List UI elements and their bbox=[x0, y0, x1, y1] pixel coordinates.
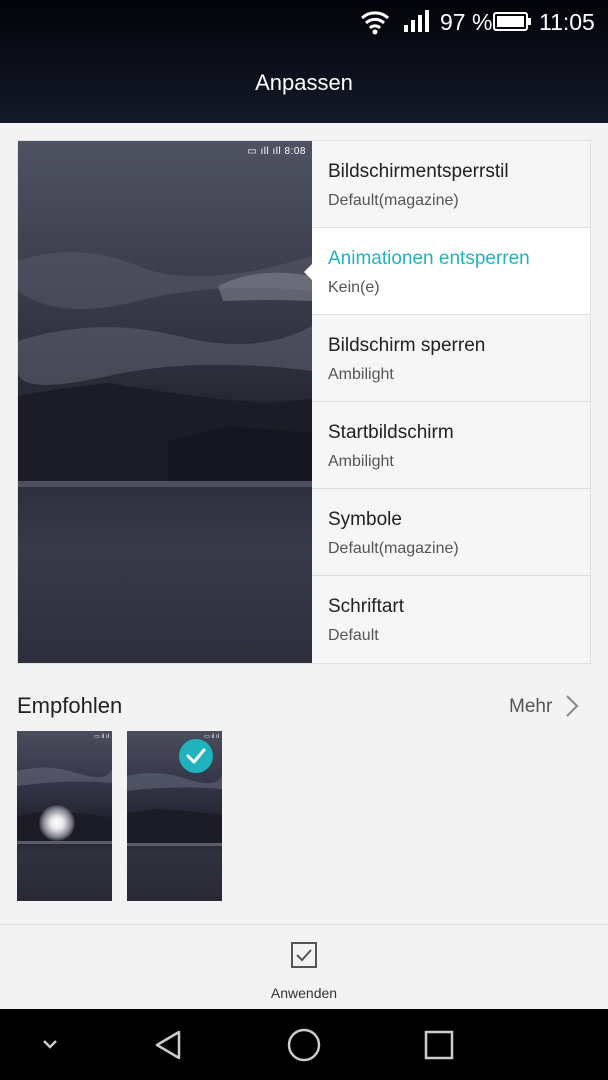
page-title: Anpassen bbox=[255, 70, 353, 95]
menu-item-icons[interactable]: Symbole Default(magazine) bbox=[312, 489, 590, 576]
battery-icon bbox=[493, 12, 531, 31]
menu-item-title: Animationen entsperren bbox=[328, 248, 530, 269]
apply-checkbox-icon[interactable] bbox=[290, 941, 318, 969]
chevron-down-icon[interactable] bbox=[40, 1039, 60, 1051]
recommended-theme-thumbnail-selected[interactable]: ▭ ıl ıl bbox=[127, 731, 222, 901]
recommended-theme-thumbnail[interactable]: ▭ ıl ıl bbox=[17, 731, 112, 901]
menu-item-value: Default bbox=[328, 627, 379, 644]
recent-apps-icon[interactable] bbox=[424, 1030, 454, 1060]
menu-item-title: Bildschirm sperren bbox=[328, 335, 486, 356]
menu-item-font[interactable]: Schriftart Default bbox=[312, 576, 590, 663]
action-bar: Anwenden bbox=[0, 924, 608, 1010]
section-title-recommended: Empfohlen bbox=[17, 693, 123, 718]
apply-button[interactable]: Anwenden bbox=[0, 985, 608, 1001]
checkmark-icon bbox=[186, 748, 206, 764]
preview-landscape bbox=[18, 252, 312, 663]
clock: 11:05 bbox=[539, 9, 595, 35]
theme-preview: ▭ ıll ıll 8:08 bbox=[18, 141, 312, 663]
status-bar: 97 % 11:05 bbox=[0, 0, 608, 44]
menu-item-home-screen[interactable]: Startbildschirm Ambilight bbox=[312, 402, 590, 489]
menu-item-title: Symbole bbox=[328, 509, 402, 530]
menu-item-value: Default(magazine) bbox=[328, 540, 459, 557]
chevron-right-icon[interactable] bbox=[565, 694, 579, 718]
menu-item-lock-screen[interactable]: Bildschirm sperren Ambilight bbox=[312, 315, 590, 402]
wifi-icon bbox=[360, 11, 390, 35]
menu-item-unlock-animation[interactable]: Animationen entsperren Kein(e) bbox=[304, 228, 590, 315]
top-bar: 97 % 11:05 Anpassen bbox=[0, 0, 608, 123]
menu-item-value: Kein(e) bbox=[328, 279, 380, 296]
navigation-bar bbox=[0, 1009, 608, 1080]
more-link[interactable]: Mehr bbox=[509, 696, 552, 718]
menu-item-lockscreen-style[interactable]: Bildschirmentsperrstil Default(magazine) bbox=[312, 141, 590, 228]
menu-item-title: Bildschirmentsperrstil bbox=[328, 161, 509, 182]
menu-item-title: Schriftart bbox=[328, 596, 405, 617]
moon-glow bbox=[39, 805, 75, 841]
menu-item-value: Ambilight bbox=[328, 366, 394, 383]
theme-settings-panel: ▭ ıll ıll 8:08 Bildschirmentsperrstil De… bbox=[17, 140, 591, 664]
home-icon[interactable] bbox=[286, 1027, 322, 1063]
menu-item-value: Default(magazine) bbox=[328, 192, 459, 209]
settings-menu: Bildschirmentsperrstil Default(magazine)… bbox=[304, 141, 590, 663]
menu-item-value: Ambilight bbox=[328, 453, 394, 470]
back-icon[interactable] bbox=[153, 1029, 185, 1061]
menu-item-title: Startbildschirm bbox=[328, 422, 454, 443]
battery-percent: 97 % bbox=[440, 9, 493, 35]
selected-check-badge bbox=[179, 739, 213, 773]
signal-icon bbox=[404, 10, 429, 32]
